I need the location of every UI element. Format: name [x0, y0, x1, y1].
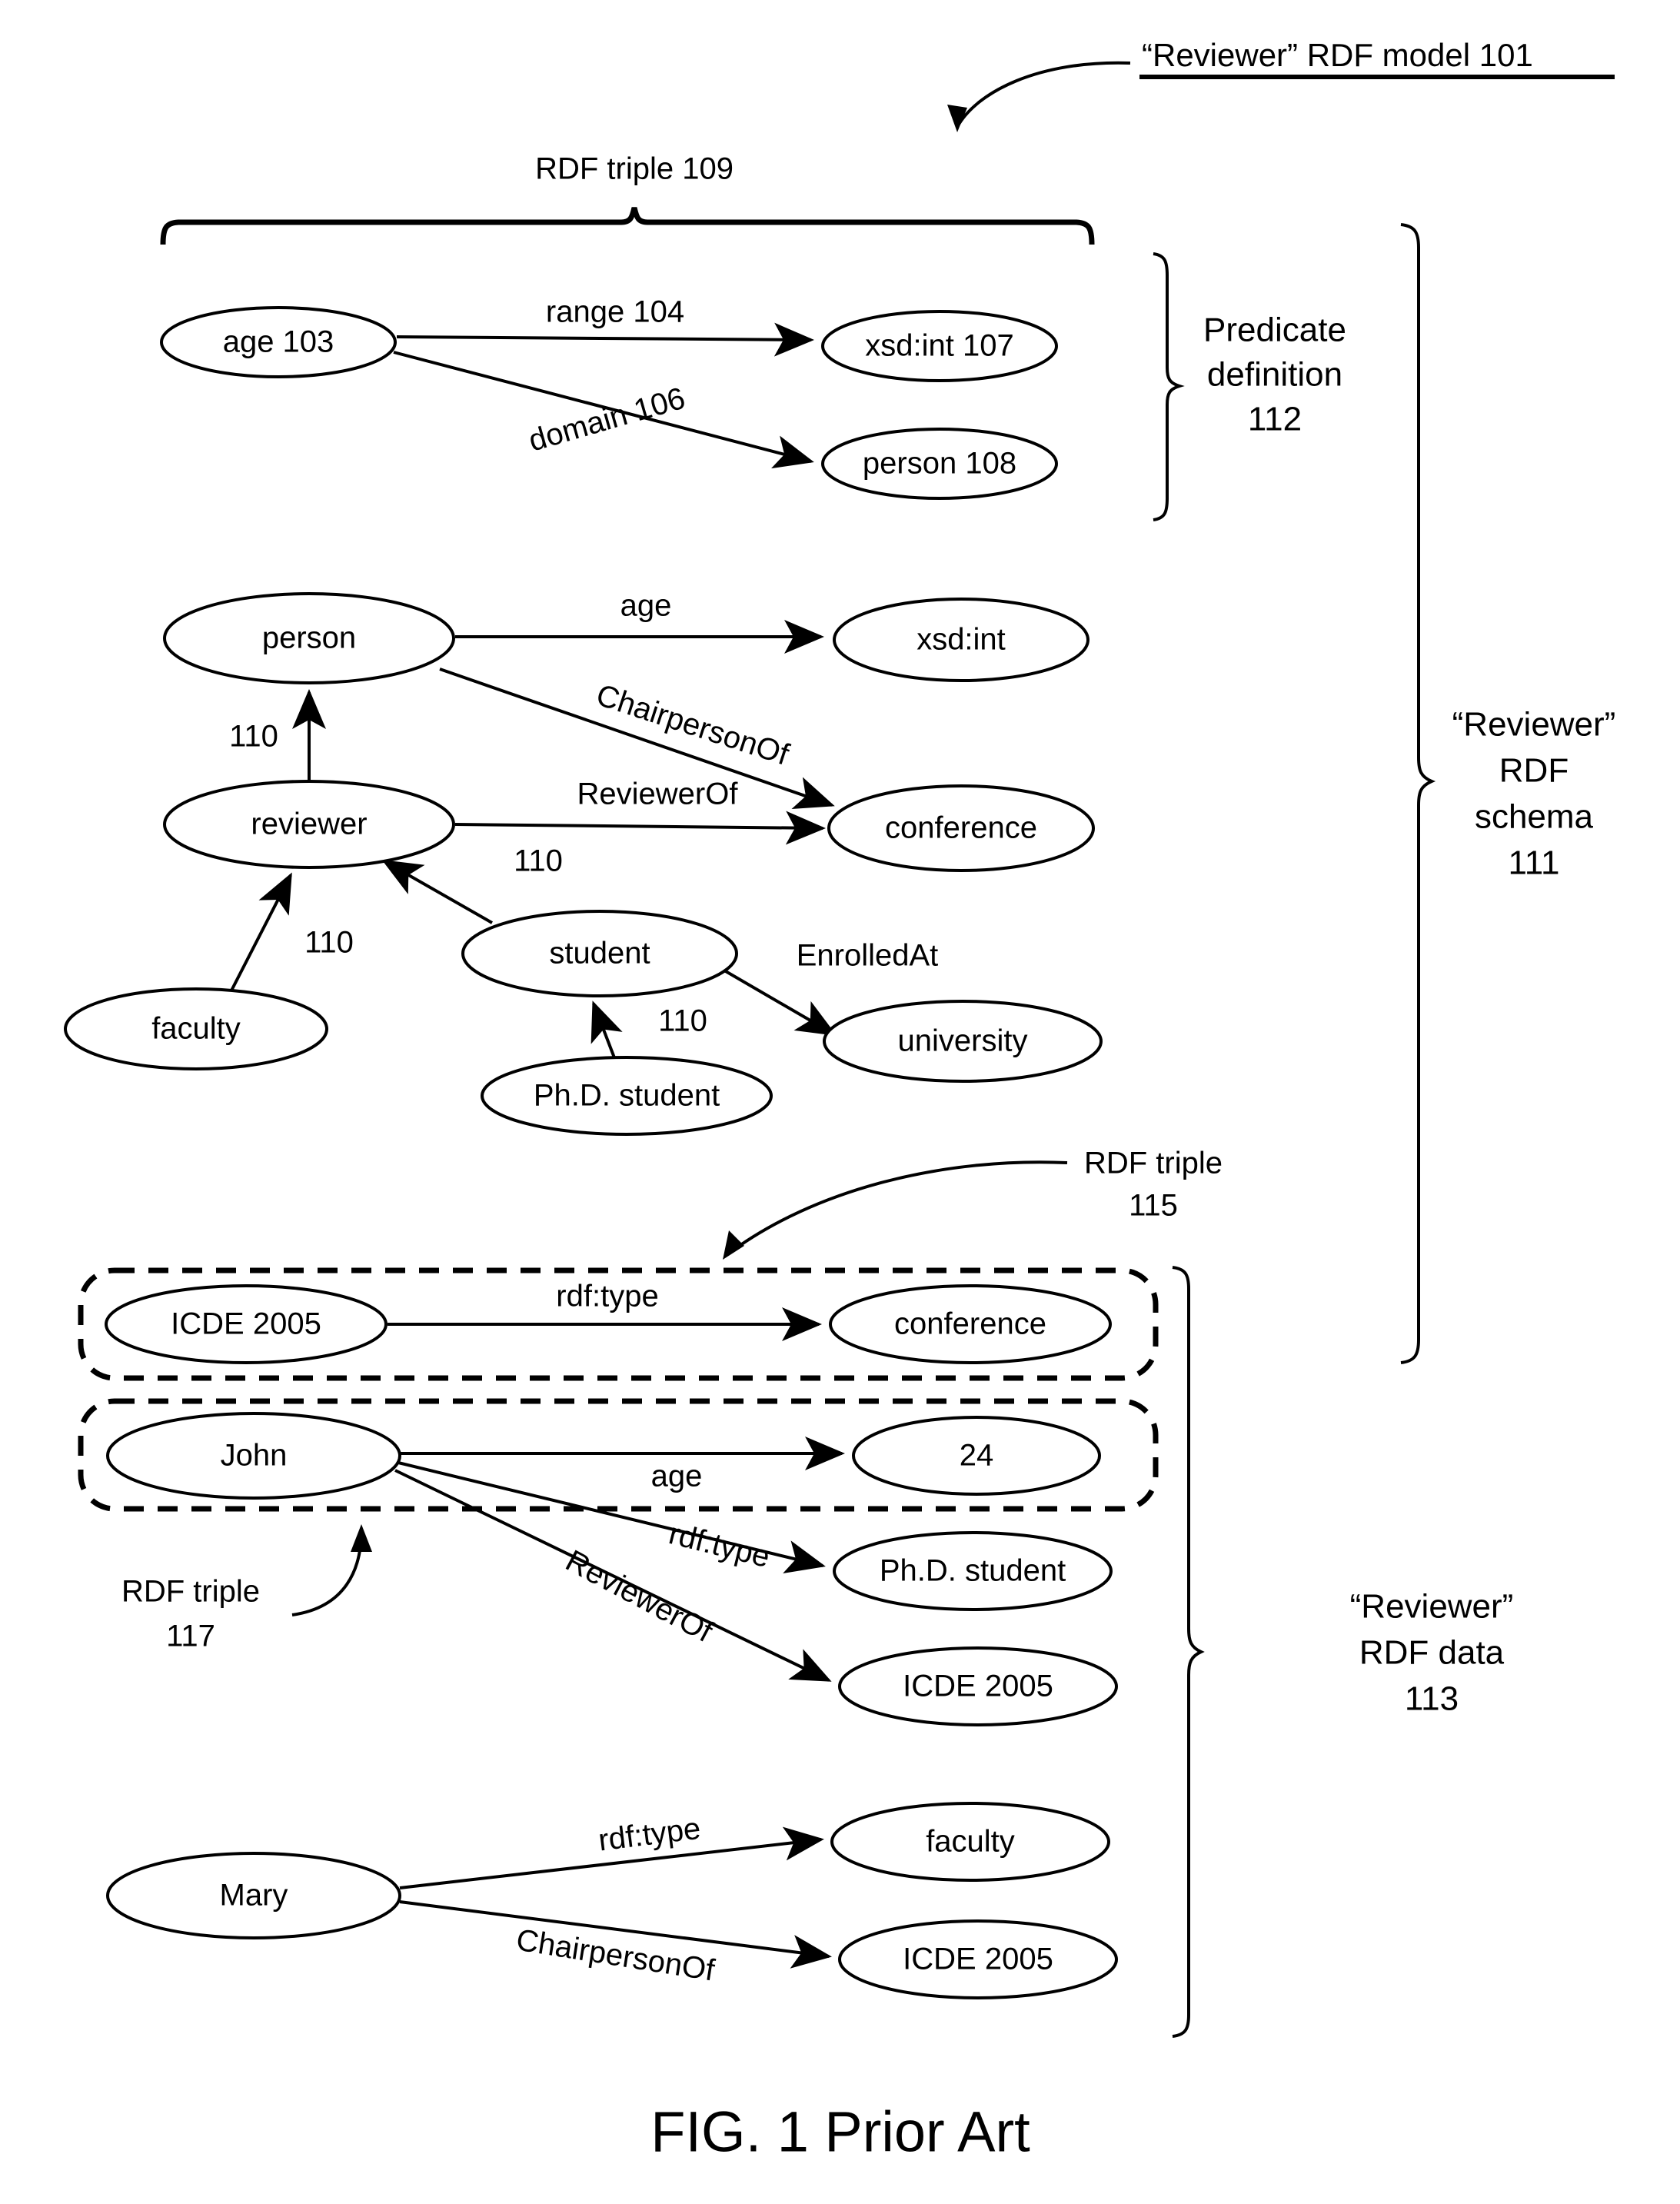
node-xsd-int-107-label: xsd:int 107	[865, 329, 1013, 363]
edge-enrolledat	[714, 964, 837, 1037]
rdf-triple-117-label-line1: RDF triple	[121, 1575, 260, 1609]
rdf-data-section: ICDE 2005 conference John 24 Ph.D. stude…	[78, 1267, 1159, 1999]
predicate-definition-label-line3: 112	[1248, 401, 1302, 438]
node-person-108-label: person 108	[863, 447, 1016, 481]
rdf-schema-section: person xsd:int reviewer conference facul…	[64, 589, 1103, 1136]
edge-label-enrolledat: EnrolledAt	[797, 939, 939, 973]
node-xsd-int-label: xsd:int	[917, 623, 1006, 657]
node-university-label: university	[898, 1024, 1028, 1058]
edge-label-rdftype-mary-faculty: rdf:type	[597, 1812, 703, 1858]
edge-label-subclass-phd-student: 110	[658, 1004, 707, 1038]
figure-caption: FIG. 1 Prior Art	[650, 2100, 1030, 2164]
rdf-triple-117-label-line2: 117	[166, 1620, 215, 1653]
edge-subclass-student-reviewer	[381, 860, 493, 924]
predicate-definition-label-line1: Predicate	[1203, 311, 1346, 349]
rdf-data-113-group: “Reviewer” RDF data 113	[1172, 1266, 1514, 2038]
rdf-data-113-label-line2: RDF data	[1359, 1634, 1505, 1672]
node-person-label: person	[262, 621, 356, 655]
node-faculty-data-label: faculty	[926, 1825, 1015, 1859]
edge-range-104	[396, 322, 814, 357]
title-callout-label: “Reviewer” RDF model 101	[1142, 37, 1533, 73]
rdf-triple-115-callout: RDF triple 115	[723, 1147, 1223, 1260]
edge-label-rdftype-icde-conference: rdf:type	[556, 1280, 658, 1313]
node-phd-student-data-label: Ph.D. student	[880, 1554, 1066, 1588]
edge-label-chairpersonof-mary-icde: ChairpersonOf	[514, 1923, 717, 1988]
node-phd-student-schema-label: Ph.D. student	[534, 1079, 720, 1113]
node-age-24-label: 24	[960, 1439, 994, 1473]
rdf-triple-115-label-line2: 115	[1129, 1189, 1178, 1223]
node-reviewer-label: reviewer	[251, 807, 367, 841]
edge-subclass-phd-student	[590, 1000, 623, 1060]
edge-label-reviewerof-john-icde: ReviewerOf	[561, 1543, 719, 1649]
predicate-definition-section: age 103 xsd:int 107 person 108 range 104…	[160, 252, 1346, 521]
rdf-triple-109-brace	[160, 207, 1095, 245]
edge-label-subclass-faculty-reviewer: 110	[304, 926, 354, 960]
node-age-103-label: age 103	[223, 325, 334, 359]
node-mary-label: Mary	[220, 1879, 288, 1913]
node-icde-2005-b-label: ICDE 2005	[903, 1670, 1053, 1703]
title-callout-arrow-line	[956, 61, 1131, 128]
edge-label-age-john-24: age	[651, 1460, 703, 1493]
edge-label-reviewerof: ReviewerOf	[577, 777, 739, 811]
node-conference-data-label: conference	[894, 1307, 1046, 1341]
figure-container: “Reviewer” RDF model 101 RDF triple 109 …	[0, 0, 1680, 2204]
rdf-triple-115-label-line1: RDF triple	[1084, 1147, 1223, 1180]
edge-reviewerof	[454, 811, 826, 845]
rdf-schema-111-label-line1: “Reviewer”	[1452, 706, 1616, 744]
edge-label-rdftype-john-phd: rdf:type	[666, 1516, 773, 1574]
node-icde-2005-a-label: ICDE 2005	[171, 1307, 321, 1341]
edge-label-subclass-student-reviewer: 110	[514, 844, 563, 878]
rdf-schema-111-group: “Reviewer” RDF schema 111	[1400, 223, 1616, 1364]
rdf-schema-111-label-line3: schema	[1475, 798, 1594, 836]
edge-label-range-104: range 104	[546, 295, 684, 329]
rdf-model-diagram: “Reviewer” RDF model 101 RDF triple 109 …	[64, 37, 1616, 2164]
edge-label-subclass-reviewer-person: 110	[229, 720, 278, 754]
node-icde-2005-c-label: ICDE 2005	[903, 1943, 1053, 1976]
rdf-data-113-label-line1: “Reviewer”	[1350, 1588, 1514, 1626]
title-callout-group: “Reviewer” RDF model 101	[947, 37, 1615, 132]
edge-subclass-faculty-reviewer	[229, 872, 292, 993]
edge-label-age: age	[620, 589, 672, 623]
rdf-triple-117-callout: RDF triple 117	[121, 1524, 372, 1653]
node-faculty-schema-label: faculty	[151, 1012, 241, 1046]
rdf-triple-115-arrowhead	[723, 1230, 744, 1260]
predicate-definition-label-line2: definition	[1207, 356, 1342, 394]
rdf-schema-111-label-line2: RDF	[1499, 752, 1569, 790]
node-john-label: John	[221, 1439, 288, 1473]
predicate-definition-brace	[1153, 252, 1185, 521]
rdf-triple-109-group: RDF triple 109	[160, 152, 1095, 245]
rdf-triple-109-label: RDF triple 109	[535, 152, 734, 186]
rdf-triple-115-arrow-line	[725, 1160, 1068, 1257]
node-conference-schema-label: conference	[885, 811, 1037, 845]
rdf-triple-117-arrowhead	[351, 1524, 372, 1552]
rdf-data-113-label-line3: 113	[1405, 1680, 1459, 1718]
node-student-label: student	[549, 937, 650, 970]
rdf-triple-117-arrow-line	[291, 1530, 363, 1616]
rdf-schema-111-label-line4: 111	[1509, 844, 1560, 882]
rdf-data-113-brace	[1172, 1266, 1205, 2038]
rdf-schema-111-brace	[1400, 223, 1436, 1364]
